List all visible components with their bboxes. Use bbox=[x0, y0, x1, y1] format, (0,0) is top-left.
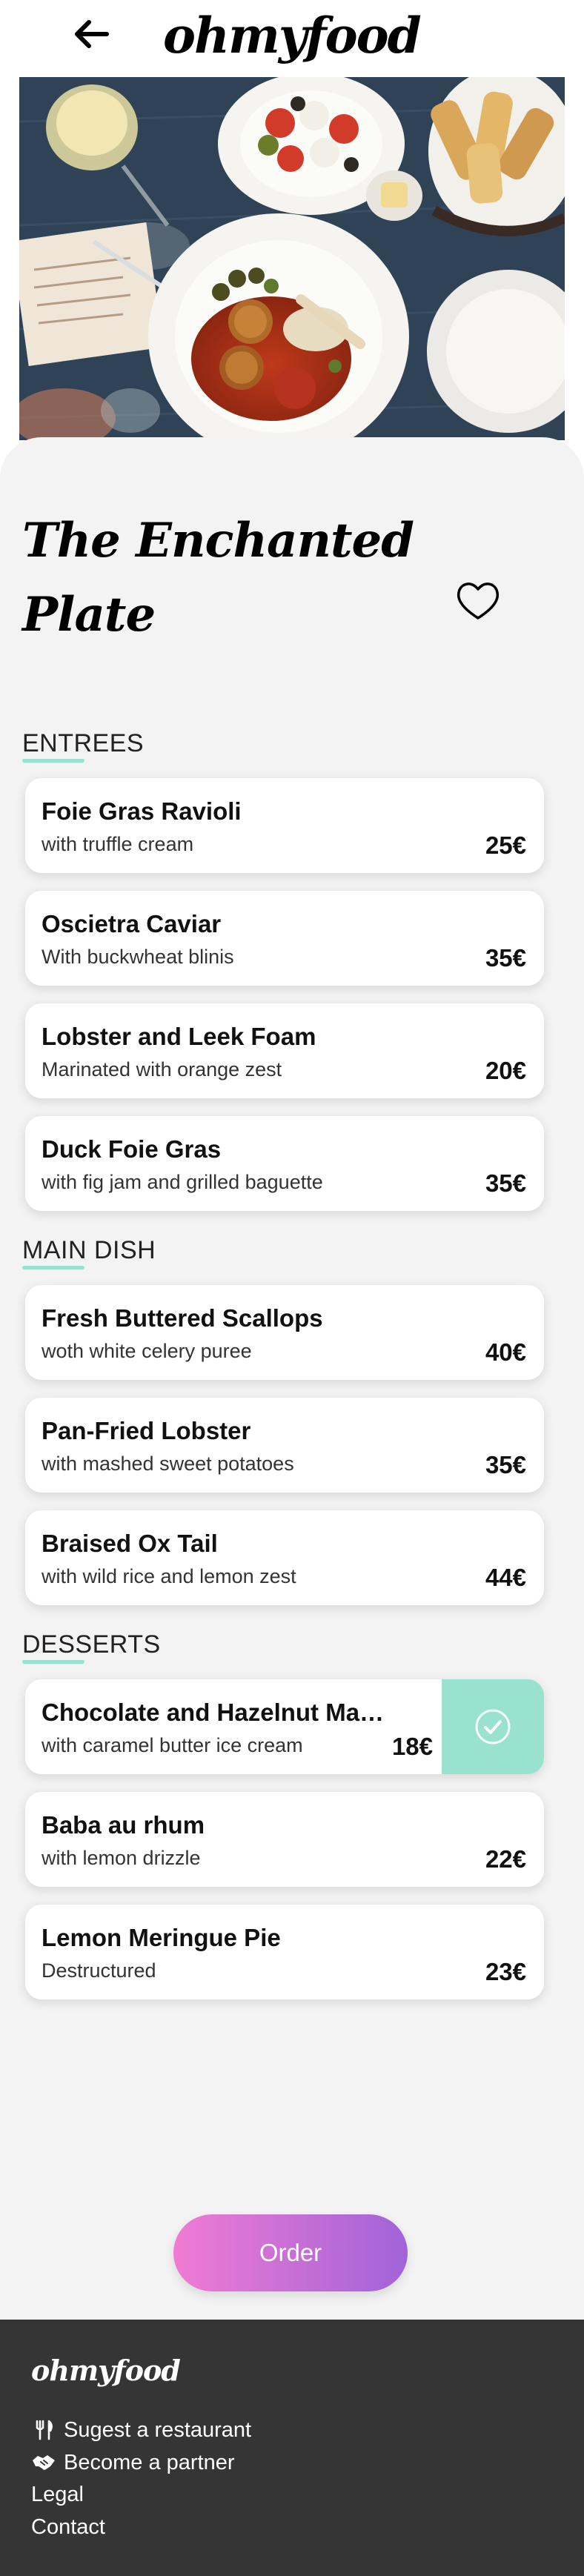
footer-link-become-partner[interactable]: Become a partner bbox=[31, 2450, 235, 2475]
dish-name: Lobster and Leek Foam bbox=[42, 1023, 316, 1050]
dish-name: Chocolate and Hazelnut Ma… bbox=[42, 1699, 385, 1726]
dish-price: 18€ bbox=[391, 1733, 433, 1760]
footer-link-label: Legal bbox=[31, 2483, 84, 2506]
dish-card[interactable]: Baba au rhum with lemon drizzle 22€ bbox=[25, 1792, 544, 1887]
dish-card-selected[interactable]: Chocolate and Hazelnut Ma… with caramel … bbox=[25, 1679, 544, 1774]
footer-link-label: Sugest a restaurant bbox=[64, 2417, 252, 2442]
dish-description: woth white celery puree bbox=[42, 1340, 252, 1362]
check-circle-icon bbox=[475, 1709, 511, 1745]
dish-card[interactable]: Pan-Fried Lobster with mashed sweet pota… bbox=[25, 1398, 544, 1493]
dish-description: with lemon drizzle bbox=[42, 1847, 201, 1869]
footer-link-contact[interactable]: Contact bbox=[31, 2515, 105, 2540]
handshake-icon bbox=[31, 2450, 56, 2475]
dish-card[interactable]: Lemon Meringue Pie Destructured 23€ bbox=[25, 1905, 544, 1999]
dish-price: 35€ bbox=[485, 1451, 526, 1478]
dish-price: 23€ bbox=[485, 1958, 526, 1985]
dish-description: with caramel butter ice cream bbox=[42, 1734, 303, 1756]
dish-name: Braised Ox Tail bbox=[42, 1530, 218, 1557]
section-underline bbox=[22, 1660, 84, 1664]
dish-description: with wild rice and lemon zest bbox=[42, 1565, 296, 1587]
dish-name: Baba au rhum bbox=[42, 1811, 205, 1839]
dish-description: with truffle cream bbox=[42, 833, 194, 855]
dish-card[interactable]: Duck Foie Gras with fig jam and grilled … bbox=[25, 1116, 544, 1211]
dish-price: 22€ bbox=[485, 1845, 526, 1873]
dish-price: 25€ bbox=[485, 831, 526, 859]
dish-name: Oscietra Caviar bbox=[42, 910, 222, 937]
section-underline bbox=[22, 759, 84, 763]
dish-card[interactable]: Oscietra Caviar With buckwheat blinis 35… bbox=[25, 891, 544, 986]
dish-description: With buckwheat blinis bbox=[42, 946, 234, 968]
dish-card[interactable]: Lobster and Leek Foam Marinated with ora… bbox=[25, 1003, 544, 1098]
restaurant-hero-image bbox=[19, 77, 565, 440]
heart-icon bbox=[457, 582, 500, 620]
footer-link-suggest-restaurant-final[interactable]: Sugest a restaurant bbox=[31, 2417, 251, 2443]
dish-price: 20€ bbox=[485, 1057, 526, 1084]
arrow-left-icon bbox=[75, 20, 109, 48]
dish-name: Lemon Meringue Pie bbox=[42, 1924, 281, 1951]
dish-name: Pan-Fried Lobster bbox=[42, 1417, 251, 1444]
dish-description: with mashed sweet potatoes bbox=[42, 1453, 294, 1475]
top-header: ohmyfood bbox=[0, 0, 584, 77]
section-underline bbox=[22, 1266, 84, 1269]
section-title-entrees: ENTREES bbox=[22, 729, 145, 757]
favorite-button[interactable] bbox=[454, 577, 502, 625]
utensils-icon bbox=[31, 2417, 56, 2443]
dish-name: Fresh Buttered Scallops bbox=[42, 1304, 323, 1332]
dish-price: 35€ bbox=[485, 944, 526, 972]
dish-name: Foie Gras Ravioli bbox=[42, 797, 242, 825]
dish-description: Destructured bbox=[42, 1959, 156, 1982]
dish-card[interactable]: Foie Gras Ravioli with truffle cream 25€ bbox=[25, 778, 544, 873]
dish-price: 40€ bbox=[485, 1338, 526, 1366]
dish-name: Duck Foie Gras bbox=[42, 1135, 222, 1163]
order-button[interactable]: Order bbox=[173, 2214, 408, 2291]
selected-indicator[interactable] bbox=[442, 1679, 544, 1774]
footer-link-label: Become a partner bbox=[64, 2450, 235, 2474]
back-button[interactable] bbox=[68, 15, 113, 53]
footer-link-legal[interactable]: Legal bbox=[31, 2483, 84, 2507]
dish-price: 44€ bbox=[485, 1564, 526, 1591]
dish-card[interactable]: Braised Ox Tail with wild rice and lemon… bbox=[25, 1510, 544, 1605]
section-title-desserts: DESSERTS bbox=[22, 1630, 161, 1659]
restaurant-name: The Enchanted Plate bbox=[22, 513, 414, 643]
dish-card[interactable]: Fresh Buttered Scallops woth white celer… bbox=[25, 1285, 544, 1380]
dish-price: 35€ bbox=[485, 1169, 526, 1197]
section-title-main-dish: MAIN DISH bbox=[22, 1236, 156, 1264]
dish-description: Marinated with orange zest bbox=[42, 1058, 282, 1080]
app-logo[interactable]: ohmyfood bbox=[163, 4, 422, 67]
footer-logo[interactable]: ohmyfood bbox=[31, 2354, 181, 2387]
footer-link-label: Contact bbox=[31, 2515, 105, 2539]
dish-description: with fig jam and grilled baguette bbox=[42, 1171, 323, 1193]
